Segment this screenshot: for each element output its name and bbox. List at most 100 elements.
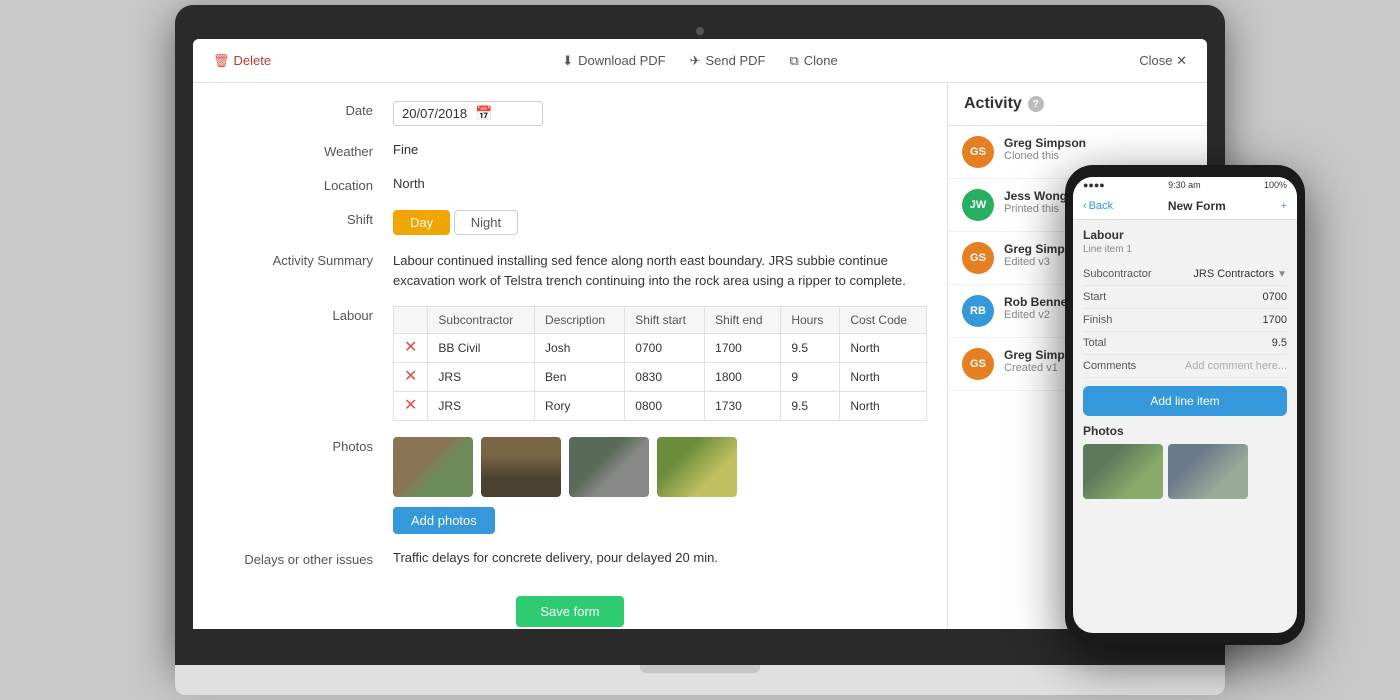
cell-cost-code: North — [840, 334, 927, 363]
shift-value: Day Night — [393, 210, 927, 235]
phone-device: ●●●● 9:30 am 100% ‹ Back New Form + Labo… — [1065, 165, 1305, 645]
date-value: 20/07/2018 📅 — [393, 101, 927, 126]
phone-start-value[interactable]: 0700 — [1263, 291, 1287, 303]
laptop-base — [175, 665, 1225, 695]
shift-night-button[interactable]: Night — [454, 210, 518, 235]
save-button[interactable]: Save form — [516, 596, 623, 627]
clone-button[interactable]: ⧉ Clone — [789, 53, 837, 69]
clone-icon: ⧉ — [789, 53, 798, 69]
table-row: ✕ BB Civil Josh 0700 1700 9.5 North — [394, 334, 927, 363]
cell-hours: 9.5 — [781, 334, 840, 363]
phone-section-sub: Line item 1 — [1083, 244, 1287, 255]
date-label: Date — [213, 101, 393, 118]
phone-new-button[interactable]: + — [1281, 200, 1287, 212]
phone-screen: ●●●● 9:30 am 100% ‹ Back New Form + Labo… — [1073, 177, 1297, 633]
delete-button[interactable]: 🗑 Delete — [213, 53, 271, 69]
phone-comments-label: Comments — [1083, 360, 1136, 372]
cell-cost-code: North — [840, 392, 927, 421]
location-label: Location — [213, 176, 393, 193]
activity-summary-label: Activity Summary — [213, 251, 393, 268]
phone-finish-value[interactable]: 1700 — [1263, 314, 1287, 326]
phone-total-value: 9.5 — [1272, 337, 1287, 349]
download-pdf-button[interactable]: ⬇ Download PDF — [562, 53, 665, 69]
date-text: 20/07/2018 — [402, 106, 467, 121]
phone-subcontractor-value: JRS Contractors — [1193, 268, 1274, 280]
photo-1[interactable] — [393, 437, 473, 497]
shift-label: Shift — [213, 210, 393, 227]
col-header-shift-start: Shift start — [625, 307, 705, 334]
add-photos-button[interactable]: Add photos — [393, 507, 495, 534]
photo-2[interactable] — [481, 437, 561, 497]
chevron-down-icon: ▼ — [1277, 269, 1287, 280]
delete-row-button[interactable]: ✕ — [404, 398, 417, 414]
weather-value: Fine — [393, 142, 927, 157]
activity-summary-value: Labour continued installing sed fence al… — [393, 251, 927, 290]
phone-finish-label: Finish — [1083, 314, 1112, 326]
close-button[interactable]: Close ✕ — [1139, 53, 1187, 69]
phone-section-title: Labour — [1083, 228, 1287, 242]
save-row: Save form — [193, 576, 947, 629]
laptop-camera — [696, 27, 704, 35]
table-row: ✕ JRS Ben 0830 1800 9 North — [394, 363, 927, 392]
phone-photo-2[interactable] — [1168, 444, 1248, 499]
photo-4[interactable] — [657, 437, 737, 497]
activity-header: Activity ? — [948, 83, 1207, 126]
cell-description: Ben — [535, 363, 625, 392]
shift-row: Shift Day Night — [193, 202, 947, 243]
main-form: Date 20/07/2018 📅 Weather Fine — [193, 83, 947, 629]
date-input[interactable]: 20/07/2018 📅 — [393, 101, 543, 126]
weather-label: Weather — [213, 142, 393, 159]
avatar: RB — [962, 295, 994, 327]
phone-status-bar: ●●●● 9:30 am 100% — [1073, 177, 1297, 193]
calendar-icon: 📅 — [475, 105, 492, 122]
send-pdf-button[interactable]: ✈ Send PDF — [690, 53, 766, 69]
phone-comments-placeholder[interactable]: Add comment here... — [1185, 360, 1287, 372]
delete-row-button[interactable]: ✕ — [404, 369, 417, 385]
toolbar: 🗑 Delete ⬇ Download PDF ✈ Send PDF ⧉ — [193, 39, 1207, 83]
weather-row: Weather Fine — [193, 134, 947, 168]
phone-subcontractor-row: Subcontractor JRS Contractors ▼ — [1083, 263, 1287, 286]
cell-description: Josh — [535, 334, 625, 363]
trash-icon: 🗑 — [213, 53, 230, 69]
avatar: GS — [962, 348, 994, 380]
phone-subcontractor-label: Subcontractor — [1083, 268, 1151, 280]
send-icon: ✈ — [690, 53, 701, 69]
phone-photos-title: Photos — [1083, 424, 1287, 438]
phone-content: Labour Line item 1 Subcontractor JRS Con… — [1073, 220, 1297, 633]
phone-subcontractor-dropdown[interactable]: JRS Contractors ▼ — [1193, 268, 1287, 280]
labour-table-wrapper: Subcontractor Description Shift start Sh… — [393, 306, 927, 421]
table-row: ✕ JRS Rory 0800 1730 9.5 North — [394, 392, 927, 421]
col-header-hours: Hours — [781, 307, 840, 334]
phone-photo-grid — [1083, 444, 1287, 499]
help-icon[interactable]: ? — [1028, 96, 1044, 112]
phone-time: 9:30 am — [1168, 180, 1201, 190]
photos-label: Photos — [213, 437, 393, 454]
cell-cost-code: North — [840, 363, 927, 392]
cell-description: Rory — [535, 392, 625, 421]
delete-row-button[interactable]: ✕ — [404, 340, 417, 356]
avatar: JW — [962, 189, 994, 221]
phone-start-label: Start — [1083, 291, 1106, 303]
photo-3[interactable] — [569, 437, 649, 497]
cell-shift-end: 1800 — [705, 363, 781, 392]
add-line-item-button[interactable]: Add line item — [1083, 386, 1287, 416]
phone-battery: 100% — [1264, 180, 1287, 190]
phone-back-button[interactable]: ‹ Back — [1083, 200, 1113, 212]
activity-text: Greg Simpson Cloned this — [1004, 136, 1086, 162]
phone-signal: ●●●● — [1083, 180, 1105, 190]
delete-label: Delete — [234, 53, 272, 68]
toolbar-left: 🗑 Delete — [213, 53, 457, 69]
table-header-row: Subcontractor Description Shift start Sh… — [394, 307, 927, 334]
shift-day-button[interactable]: Day — [393, 210, 450, 235]
toolbar-right: Close ✕ — [944, 53, 1188, 69]
col-header-description: Description — [535, 307, 625, 334]
location-value: North — [393, 176, 927, 191]
photos-value: Add photos — [393, 437, 927, 534]
phone-photo-1[interactable] — [1083, 444, 1163, 499]
phone-finish-row: Finish 1700 — [1083, 309, 1287, 332]
cell-shift-start: 0830 — [625, 363, 705, 392]
laptop-device: 🗑 Delete ⬇ Download PDF ✈ Send PDF ⧉ — [175, 5, 1225, 665]
photo-grid — [393, 437, 927, 497]
cell-subcontractor: JRS — [428, 392, 535, 421]
chevron-left-icon: ‹ — [1083, 200, 1087, 212]
